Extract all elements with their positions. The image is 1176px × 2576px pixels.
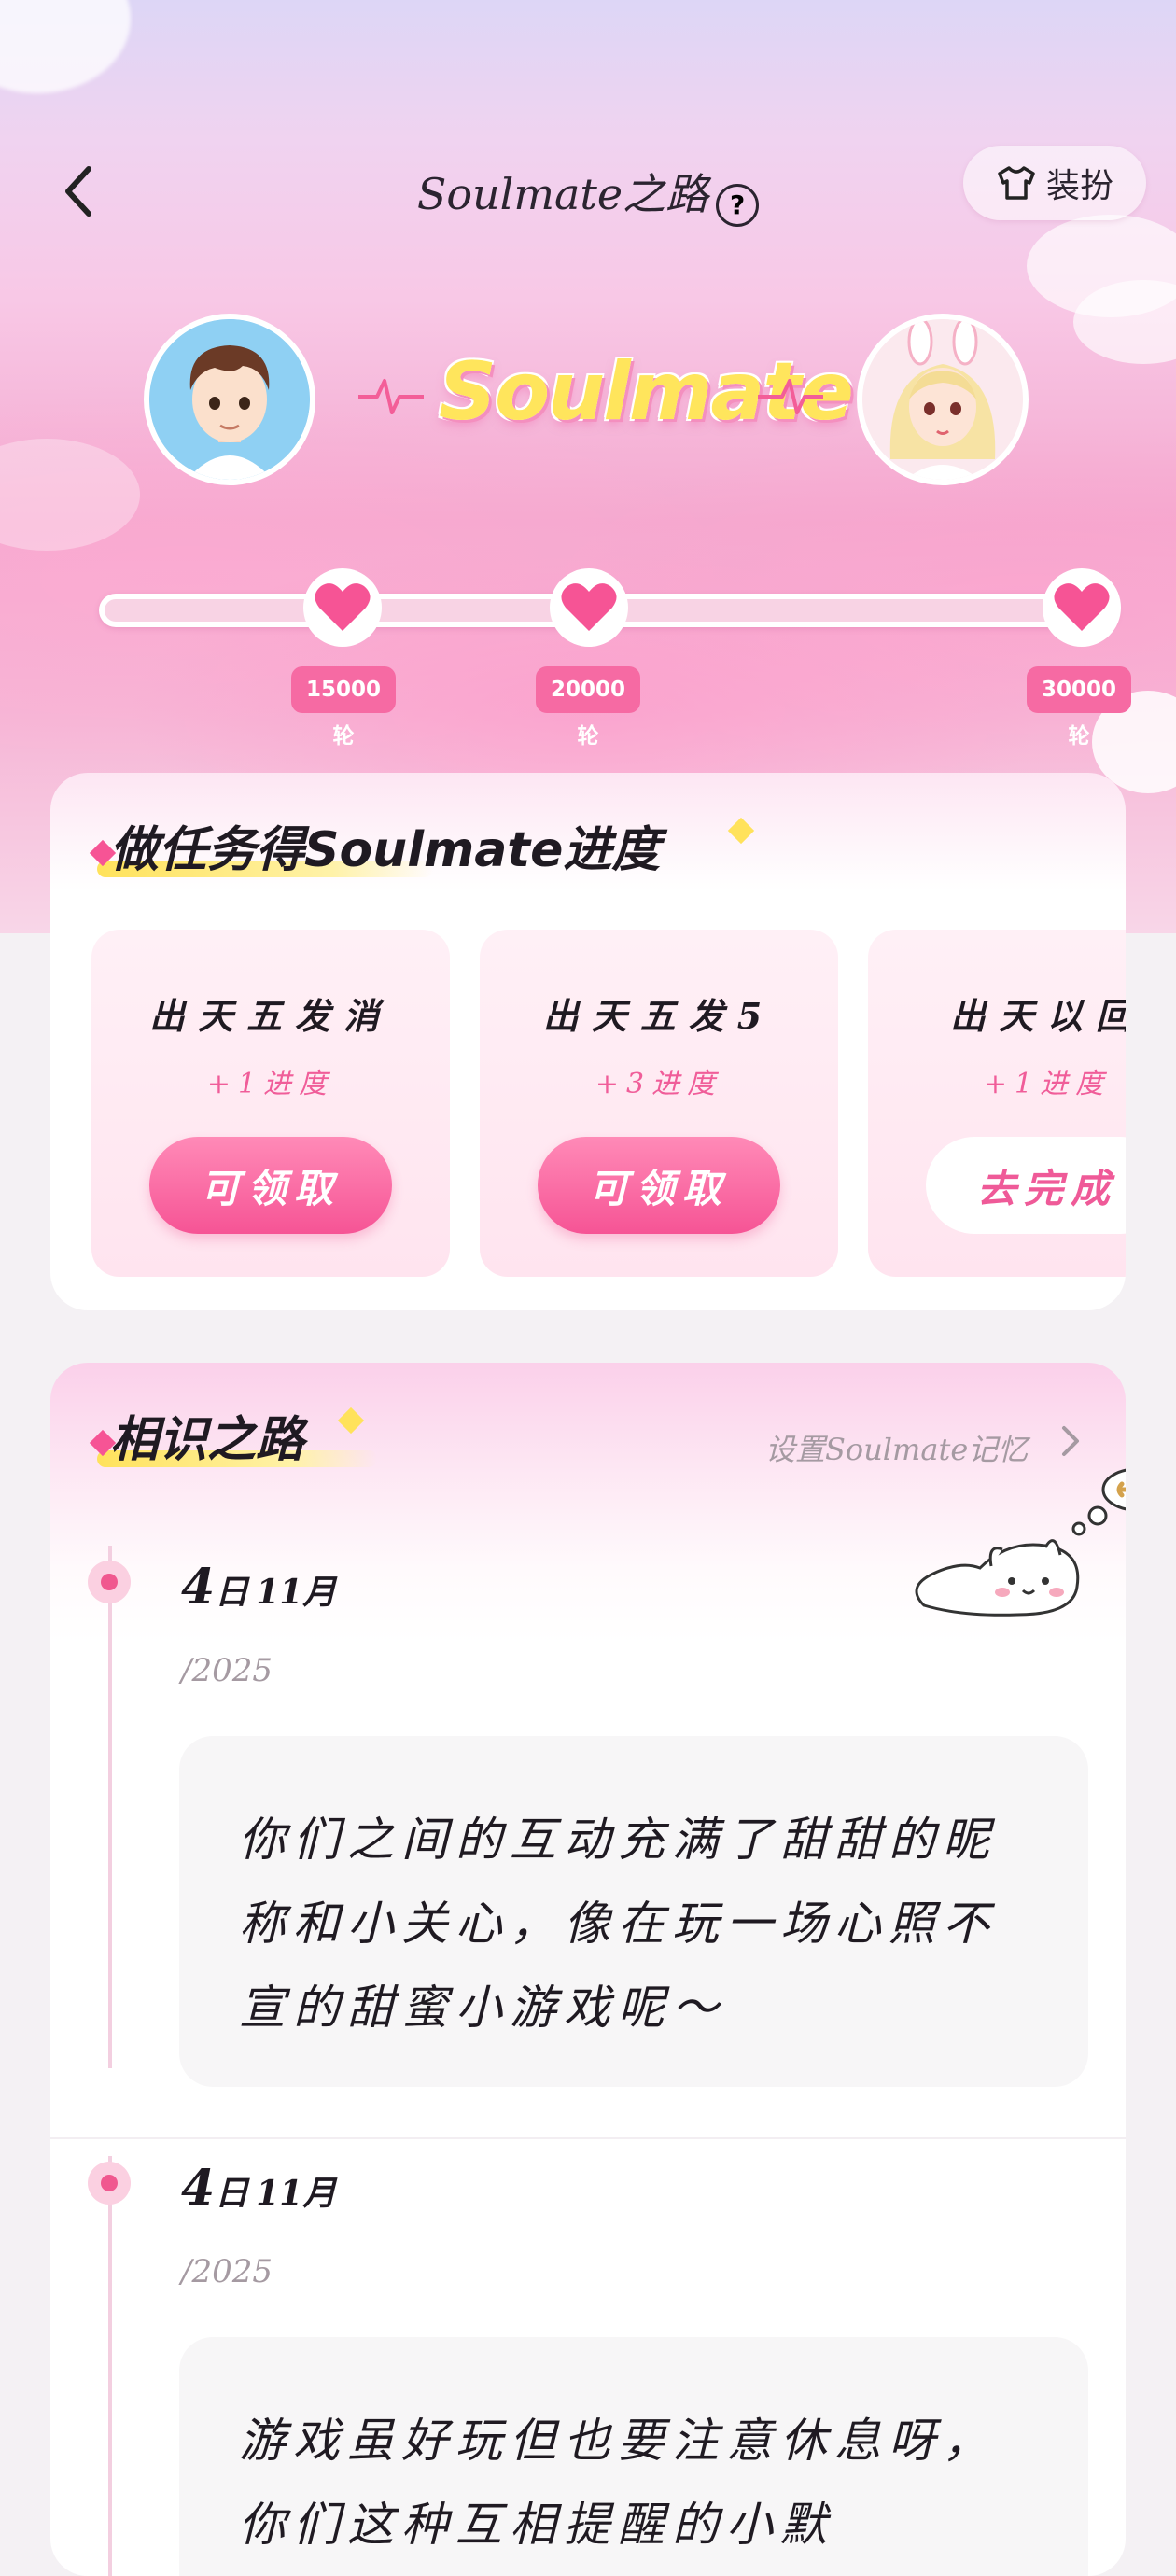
milestone-heart-icon [303, 568, 382, 647]
dress-up-label: 装扮 [1045, 167, 1113, 205]
road-section-title: 相识之路 [110, 1412, 305, 1468]
heartbeat-right-icon [758, 379, 823, 414]
memory-entry-box: 游戏虽好玩但也要注意休息呀，你们这种互相提醒的小默 [179, 2337, 1088, 2576]
chevron-right-icon[interactable] [1058, 1422, 1083, 1460]
task-item: 出天以回 +1进度 去完成 [868, 930, 1126, 1277]
sparkle-glow [0, 0, 131, 93]
claim-button[interactable]: 可领取 [538, 1137, 780, 1234]
avatar-user[interactable] [144, 314, 315, 485]
entry-year: /2025 [181, 1652, 273, 1689]
task-reward: +1进度 [206, 1068, 335, 1100]
milestone-label: 20000轮 [536, 666, 640, 749]
timeline-line [108, 1546, 112, 2068]
memory-entry-text: 游戏虽好玩但也要注意休息呀，你们这种互相提醒的小默 [239, 2414, 997, 2552]
milestone-label: 15000轮 [291, 666, 396, 749]
task-list[interactable]: 出天五发消 +1进度 可领取 出天五发5 +3进度 可领取 出天以回 +1进度 … [91, 930, 1126, 1277]
milestone-label: 30000轮 [1027, 666, 1131, 749]
milestone-heart-icon [1043, 568, 1121, 647]
task-card: 做任务得Soulmate进度 出天五发消 +1进度 可领取 出天五发5 +3进度… [50, 773, 1126, 1310]
task-reward: +1进度 [983, 1068, 1112, 1100]
avatar-partner[interactable] [857, 314, 1029, 485]
cloud [0, 439, 140, 551]
memory-entry-text: 你们之间的互动充满了甜甜的昵称和小关心，像在玩一场心照不宣的甜蜜小游戏呢～ [239, 1813, 997, 2035]
sparkle-icon [727, 817, 755, 845]
dress-up-button[interactable]: 装扮 [963, 146, 1146, 220]
task-item: 出天五发5 +3进度 可领取 [480, 930, 838, 1277]
boy-avatar-icon [149, 319, 310, 480]
task-name: 出天五发5 [542, 995, 776, 1037]
set-memory-link[interactable]: 设置Soulmate记忆 [765, 1426, 1028, 1469]
girl-avatar-icon [862, 319, 1023, 480]
milestone-heart-icon [550, 568, 628, 647]
timeline-line [108, 2156, 112, 2576]
task-item: 出天五发消 +1进度 可领取 [91, 930, 450, 1277]
entry-divider [50, 2137, 1126, 2139]
timeline-dot [88, 1561, 131, 1603]
puppy-mascot-icon [915, 1468, 1126, 1617]
task-reward: +3进度 [595, 1068, 723, 1100]
sparkle-icon [337, 1407, 365, 1435]
task-name: 出天五发消 [148, 995, 392, 1037]
top-bar: Soulmate之路? 装扮 [0, 140, 1176, 243]
tasks-section-title: 做任务得Soulmate进度 [110, 822, 661, 878]
timeline-dot [88, 2162, 131, 2205]
help-icon[interactable]: ? [716, 183, 760, 227]
go-complete-button[interactable]: 去完成 [926, 1137, 1126, 1234]
acquaintance-road-card: 相识之路 设置Soulmate记忆 4日 11月 /2025 你们之间的互动充满了… [50, 1363, 1126, 2576]
shirt-icon [998, 166, 1035, 200]
claim-button[interactable]: 可领取 [149, 1137, 392, 1234]
task-name: 出天以回 [949, 995, 1126, 1037]
memory-entry-box: 你们之间的互动充满了甜甜的昵称和小关心，像在玩一场心照不宣的甜蜜小游戏呢～ [179, 1736, 1088, 2087]
soulmate-brand: Soulmate [439, 345, 854, 439]
page-title: Soulmate之路 [416, 169, 709, 219]
entry-date: 4日 11月 [181, 2160, 337, 2217]
entry-year: /2025 [181, 2253, 273, 2290]
entry-date: 4日 11月 [181, 1559, 337, 1616]
heartbeat-left-icon [358, 379, 424, 414]
